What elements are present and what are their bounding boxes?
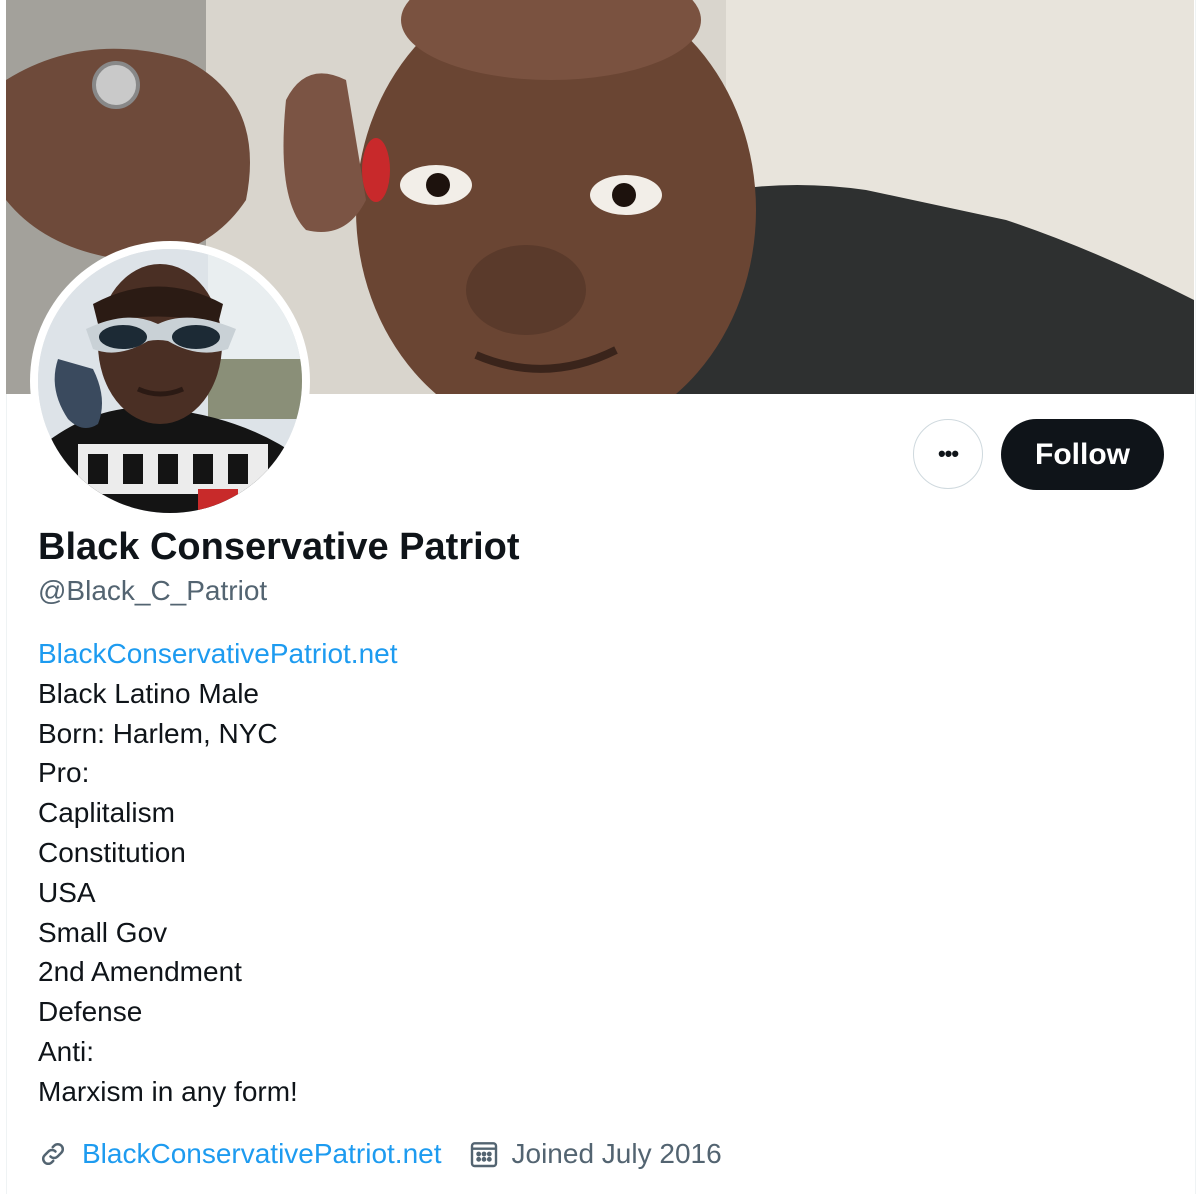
bio-link[interactable]: BlackConservativePatriot.net bbox=[38, 634, 398, 674]
user-handle: @Black_C_Patriot bbox=[38, 575, 268, 606]
bio-line: Small Gov bbox=[38, 916, 168, 948]
calendar-icon bbox=[468, 1138, 500, 1170]
bio-line: Caplitalism bbox=[38, 797, 175, 829]
follow-button[interactable]: Follow bbox=[1001, 419, 1164, 490]
profile-bio: BlackConservativePatriot.net Black Latin… bbox=[38, 634, 398, 1112]
link-icon bbox=[38, 1139, 68, 1169]
joined-date: Joined July 2016 bbox=[511, 1138, 722, 1169]
bio-line: 2nd Amendment bbox=[38, 956, 242, 988]
bio-line: Defense bbox=[38, 996, 143, 1028]
more-dots-icon: ••• bbox=[937, 441, 959, 466]
bio-line: Anti: bbox=[38, 1035, 95, 1067]
profile-meta: BlackConservativePatriot.net Joined July… bbox=[38, 1134, 722, 1174]
profile-avatar[interactable] bbox=[30, 241, 310, 521]
follow-button-label: Follow bbox=[1035, 437, 1130, 471]
bio-line: Pro: bbox=[38, 757, 90, 789]
bio-line: USA bbox=[38, 876, 96, 908]
bio-line: Black Latino Male bbox=[38, 677, 260, 709]
website-link[interactable]: BlackConservativePatriot.net bbox=[82, 1138, 442, 1170]
bio-line: Born: Harlem, NYC bbox=[38, 717, 278, 749]
more-options-button[interactable]: ••• bbox=[913, 419, 983, 489]
bio-line: Constitution bbox=[38, 836, 186, 868]
avatar-photo bbox=[38, 249, 302, 513]
bio-line: Marxism in any form! bbox=[38, 1075, 298, 1107]
display-name: Black Conservative Patriot bbox=[38, 526, 520, 568]
